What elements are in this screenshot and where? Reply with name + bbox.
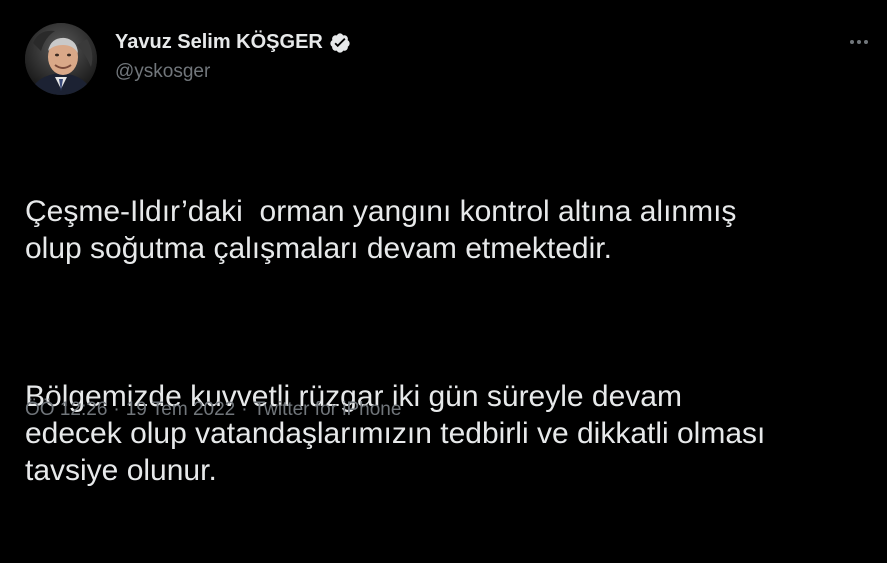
verified-badge-icon xyxy=(329,32,351,54)
more-horizontal-icon xyxy=(850,40,854,44)
tweet-card: Yavuz Selim KÖŞGER @yskosger Çeşme-Ildır… xyxy=(0,0,887,487)
author-handle[interactable]: @yskosger xyxy=(115,61,210,83)
more-horizontal-icon xyxy=(864,40,868,44)
tweet-metadata: ÖÖ 12:26 · 19 Tem 2022 · Twitter for iPh… xyxy=(25,399,401,421)
avatar[interactable] xyxy=(25,23,97,95)
author-display-name[interactable]: Yavuz Selim KÖŞGER xyxy=(115,31,323,54)
tweet-paragraph: Çeşme-Ildır’daki orman yangını kontrol a… xyxy=(25,195,737,265)
more-options-button[interactable] xyxy=(844,32,874,52)
more-horizontal-icon xyxy=(857,40,861,44)
tweet-text: Çeşme-Ildır’daki orman yangını kontrol a… xyxy=(25,119,875,563)
author-name-row[interactable]: Yavuz Selim KÖŞGER xyxy=(115,31,351,54)
avatar-photo xyxy=(25,23,97,95)
tweet-source-link[interactable]: Twitter for iPhone xyxy=(254,399,402,421)
tweet-timestamp-time[interactable]: ÖÖ 12:26 xyxy=(25,399,107,421)
tweet-timestamp-date[interactable]: 19 Tem 2022 xyxy=(126,399,236,421)
tweet-paragraph: Bölgemizde kuvvetli rüzgar iki gün sürey… xyxy=(25,380,766,487)
meta-separator: · xyxy=(113,399,120,420)
meta-separator: · xyxy=(241,399,248,420)
